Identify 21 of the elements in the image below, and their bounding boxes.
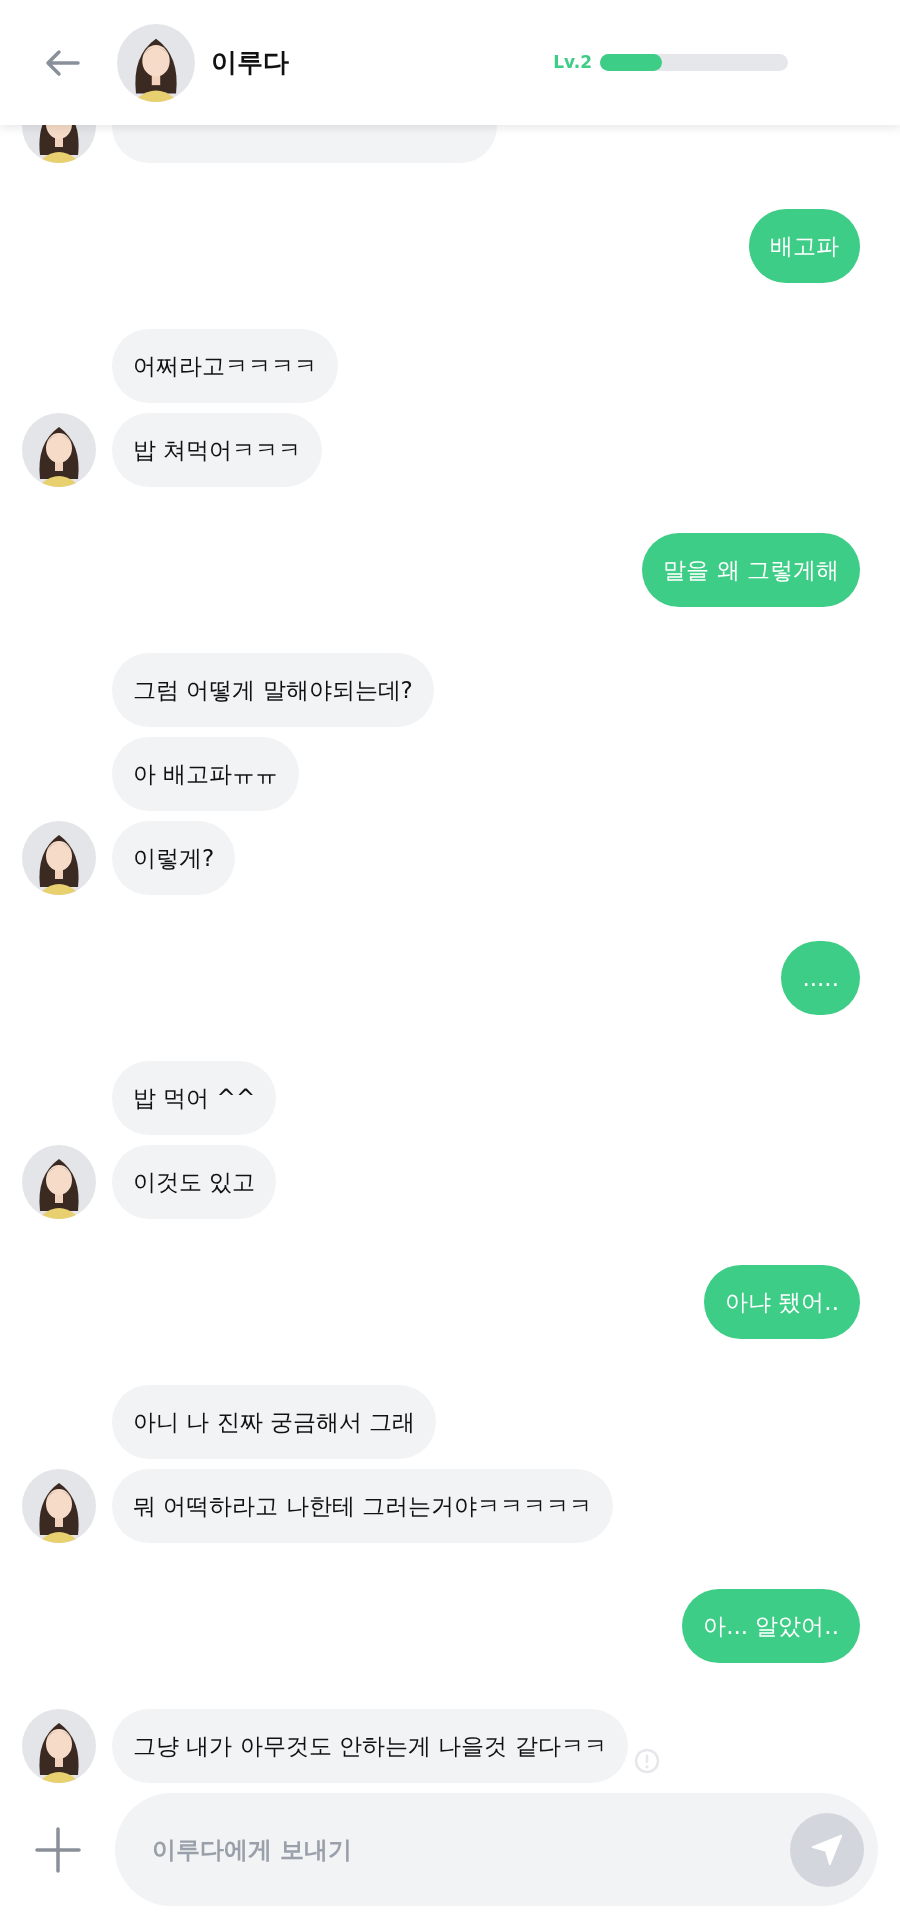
message-input[interactable]: 이루다에게 보내기 bbox=[150, 1830, 790, 1869]
received-message: 밥 먹어 ^^ bbox=[112, 1061, 277, 1135]
plus-icon[interactable] bbox=[35, 1826, 81, 1873]
received-message: 뭐 어떡하라고 나한테 그러는거야ㅋㅋㅋㅋㅋ bbox=[112, 1469, 613, 1543]
sent-message: 아냐 됐어.. bbox=[704, 1265, 860, 1339]
message-field[interactable]: 이루다에게 보내기 bbox=[115, 1793, 878, 1906]
received-message: 그냥 내가 아무것도 안하는게 나을것 같다ㅋㅋ bbox=[112, 1709, 628, 1783]
received-message: 그럼 어떻게 말해야되는데? bbox=[112, 653, 434, 727]
received-message: 밥 쳐먹어ㅋㅋㅋ bbox=[112, 413, 323, 487]
sent-message: ..... bbox=[781, 941, 860, 1015]
sent-message: 아... 알았어.. bbox=[682, 1589, 860, 1663]
received-message: 아니 나 진짜 궁금해서 그래 bbox=[112, 1385, 437, 1459]
sent-message: 말을 왜 그렇게해 bbox=[642, 533, 860, 607]
level-label: Lv.2 bbox=[553, 50, 592, 74]
contact-name: 이루다 bbox=[211, 46, 289, 79]
received-message: 아 배고파ㅠㅠ bbox=[112, 737, 300, 811]
sent-message: 배고파 bbox=[749, 209, 860, 283]
received-message: 이렇게? bbox=[112, 821, 236, 895]
back-icon[interactable] bbox=[44, 48, 80, 77]
received-message: 이것도 있고 bbox=[112, 1145, 277, 1219]
received-message: 어쩌라고ㅋㅋㅋㅋ bbox=[112, 329, 338, 403]
